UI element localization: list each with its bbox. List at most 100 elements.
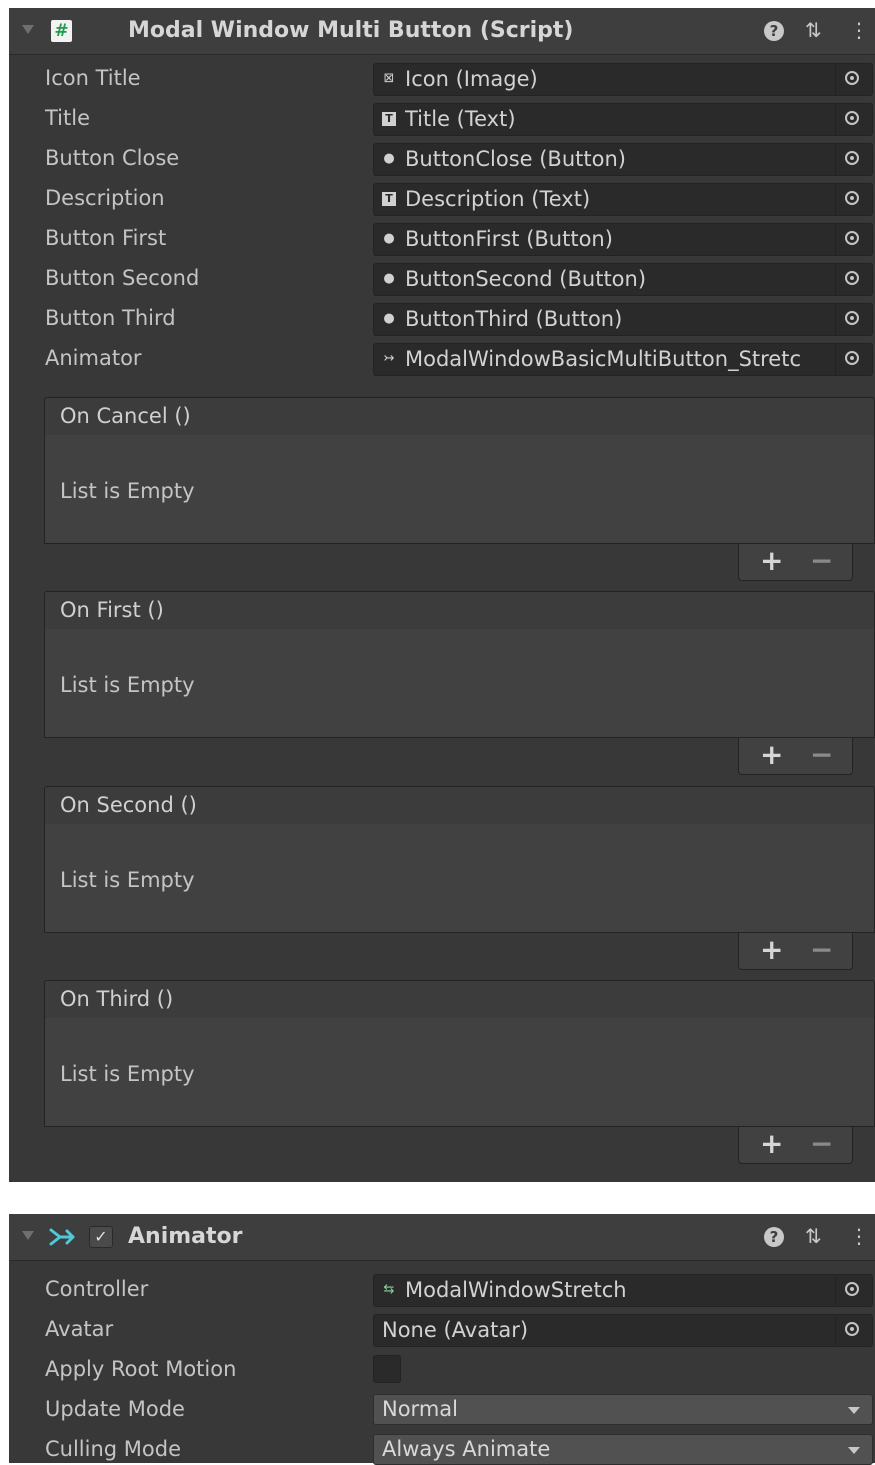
field-value: ModalWindowBasicMultiButton_Stretc [405, 347, 802, 371]
object-picker[interactable] [835, 344, 872, 375]
field-value: ButtonThird (Button) [405, 307, 623, 331]
prop-label-apply-root-motion: Apply Root Motion [45, 1357, 237, 1381]
object-picker-icon [845, 311, 859, 325]
add-item-button[interactable]: + [760, 544, 783, 578]
object-picker-icon [845, 151, 859, 165]
prop-label-avatar: Avatar [45, 1317, 114, 1341]
prop-label-culling-mode: Culling Mode [45, 1437, 182, 1461]
component-title: Modal Window Multi Button (Script) [128, 18, 574, 43]
component-title: Animator [128, 1224, 243, 1249]
object-picker[interactable] [835, 104, 872, 135]
remove-item-button[interactable]: − [810, 933, 833, 967]
object-picker[interactable] [835, 264, 872, 295]
field-value: Title (Text) [405, 107, 516, 131]
button-icon: ● [383, 231, 395, 246]
object-picker-icon [845, 1282, 859, 1296]
text-icon: T [382, 192, 396, 206]
add-item-button[interactable]: + [760, 1127, 783, 1161]
more-menu-icon[interactable]: ⋮ [849, 18, 869, 42]
event-title: On Cancel () [60, 404, 191, 428]
help-icon[interactable]: ? [764, 1227, 784, 1247]
object-picker[interactable] [835, 304, 872, 335]
event-footer: + − [738, 933, 853, 970]
event-footer: + − [738, 544, 853, 581]
field-button-first[interactable]: ● ButtonFirst (Button) [373, 223, 873, 256]
remove-item-button[interactable]: − [810, 1127, 833, 1161]
chevron-down-icon [848, 1407, 860, 1414]
culling-mode-dropdown[interactable]: Always Animate [373, 1434, 873, 1465]
dropdown-value: Always Animate [382, 1437, 551, 1461]
prop-label-description: Description [45, 186, 165, 210]
prop-label-update-mode: Update Mode [45, 1397, 185, 1421]
update-mode-dropdown[interactable]: Normal [373, 1394, 873, 1425]
prop-label-title: Title [45, 106, 91, 130]
event-header: On Third () [44, 980, 875, 1019]
animator-controller-icon: ⇆ [383, 1282, 395, 1297]
event-empty-text: List is Empty [60, 868, 195, 892]
image-icon: ⊠ [383, 71, 395, 86]
event-title: On Second () [60, 793, 197, 817]
animator-component: ✓ Animator ? ⇅ ⋮ Controller ⇆ ModalWindo… [9, 1214, 875, 1465]
event-footer: + − [738, 1127, 853, 1164]
object-picker-icon [845, 1322, 859, 1336]
field-value: Icon (Image) [405, 67, 538, 91]
button-icon: ● [383, 271, 395, 286]
object-picker-icon [845, 111, 859, 125]
remove-item-button[interactable]: − [810, 738, 833, 772]
prop-label-button-second: Button Second [45, 266, 200, 290]
event-header: On First () [44, 591, 875, 630]
field-button-second[interactable]: ● ButtonSecond (Button) [373, 263, 873, 296]
component-header[interactable]: # Modal Window Multi Button (Script) ? ⇅… [9, 8, 875, 55]
component-header[interactable]: ✓ Animator ? ⇅ ⋮ [9, 1214, 875, 1261]
object-picker-icon [845, 271, 859, 285]
prop-label-animator: Animator [45, 346, 142, 370]
field-avatar[interactable]: None (Avatar) [373, 1314, 873, 1347]
event-title: On First () [60, 598, 164, 622]
foldout-arrow-icon[interactable] [22, 1231, 34, 1240]
presets-icon[interactable]: ⇅ [805, 1224, 822, 1248]
field-animator[interactable]: ↣ ModalWindowBasicMultiButton_Stretc [373, 343, 873, 376]
script-icon: # [51, 20, 72, 42]
help-icon[interactable]: ? [764, 21, 784, 41]
field-value: ButtonFirst (Button) [405, 227, 613, 251]
modal-window-multi-button-component: # Modal Window Multi Button (Script) ? ⇅… [9, 8, 875, 1182]
enabled-checkbox[interactable]: ✓ [89, 1226, 113, 1248]
presets-icon[interactable]: ⇅ [805, 18, 822, 42]
field-title[interactable]: T Title (Text) [373, 103, 873, 136]
animator-icon: ↣ [383, 351, 395, 366]
more-menu-icon[interactable]: ⋮ [849, 1224, 869, 1248]
object-picker[interactable] [835, 224, 872, 255]
prop-label-button-third: Button Third [45, 306, 176, 330]
object-picker-icon [845, 71, 859, 85]
add-item-button[interactable]: + [760, 933, 783, 967]
field-button-third[interactable]: ● ButtonThird (Button) [373, 303, 873, 336]
remove-item-button[interactable]: − [810, 544, 833, 578]
foldout-arrow-icon[interactable] [22, 25, 34, 34]
event-header: On Cancel () [44, 397, 875, 436]
button-icon: ● [383, 151, 395, 166]
text-icon: T [382, 112, 396, 126]
add-item-button[interactable]: + [760, 738, 783, 772]
object-picker-icon [845, 231, 859, 245]
field-controller[interactable]: ⇆ ModalWindowStretch [373, 1274, 873, 1307]
dropdown-value: Normal [382, 1397, 458, 1421]
event-footer: + − [738, 738, 853, 775]
event-empty-text: List is Empty [60, 479, 195, 503]
object-picker[interactable] [835, 1275, 872, 1306]
prop-label-icon-title: Icon Title [45, 66, 141, 90]
object-picker[interactable] [835, 144, 872, 175]
object-picker[interactable] [835, 1315, 872, 1346]
event-list: List is Empty [44, 824, 875, 933]
object-picker[interactable] [835, 184, 872, 215]
event-list: List is Empty [44, 435, 875, 544]
field-icon-title[interactable]: ⊠ Icon (Image) [373, 63, 873, 96]
event-list: List is Empty [44, 1018, 875, 1127]
field-value: ButtonClose (Button) [405, 147, 626, 171]
chevron-down-icon [848, 1447, 860, 1454]
object-picker[interactable] [835, 64, 872, 95]
apply-root-motion-checkbox[interactable] [373, 1355, 401, 1383]
object-picker-icon [845, 351, 859, 365]
prop-label-button-close: Button Close [45, 146, 180, 170]
field-button-close[interactable]: ● ButtonClose (Button) [373, 143, 873, 176]
field-description[interactable]: T Description (Text) [373, 183, 873, 216]
